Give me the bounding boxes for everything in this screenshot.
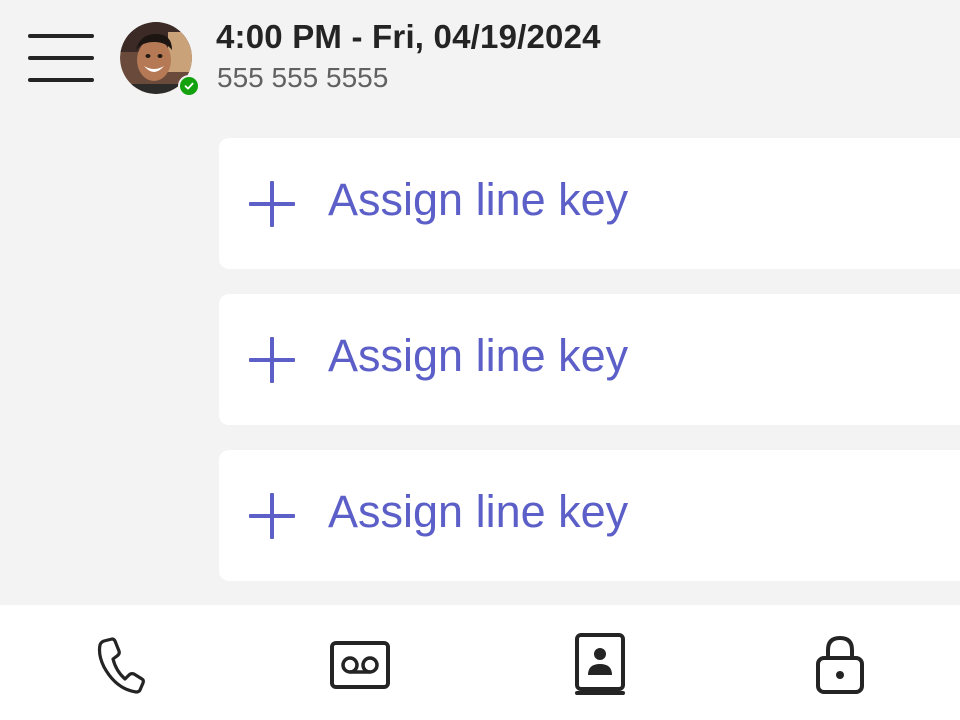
voicemail-nav-button[interactable] xyxy=(315,630,405,700)
plus-icon xyxy=(249,337,295,383)
checkmark-icon xyxy=(180,77,198,95)
contacts-nav-button[interactable] xyxy=(555,630,645,700)
phone-icon xyxy=(97,637,145,694)
calls-nav-button[interactable] xyxy=(75,630,165,700)
phone-number-label: 555 555 5555 xyxy=(217,62,389,93)
assign-line-key-button-1[interactable]: Assign line key xyxy=(219,138,960,269)
hamburger-menu-button[interactable] xyxy=(22,28,100,88)
contacts-book-icon xyxy=(575,633,625,695)
bottom-navigation-bar xyxy=(0,605,960,720)
plus-icon xyxy=(249,493,295,539)
header: 4:00 PM - Fri, 04/19/2024 555 555 5555 xyxy=(0,0,960,120)
assign-line-key-label: Assign line key xyxy=(328,486,629,537)
hamburger-menu-icon xyxy=(28,34,94,82)
lock-icon xyxy=(816,635,864,694)
date-time-label: 4:00 PM - Fri, 04/19/2024 xyxy=(216,18,601,55)
presence-available-badge xyxy=(178,75,200,97)
lock-nav-button[interactable] xyxy=(795,630,885,700)
assign-line-key-label: Assign line key xyxy=(328,330,629,381)
assign-line-key-button-2[interactable]: Assign line key xyxy=(219,294,960,425)
assign-line-key-label: Assign line key xyxy=(328,174,629,225)
plus-icon xyxy=(249,181,295,227)
voicemail-icon xyxy=(330,641,390,689)
assign-line-key-button-3[interactable]: Assign line key xyxy=(219,450,960,581)
